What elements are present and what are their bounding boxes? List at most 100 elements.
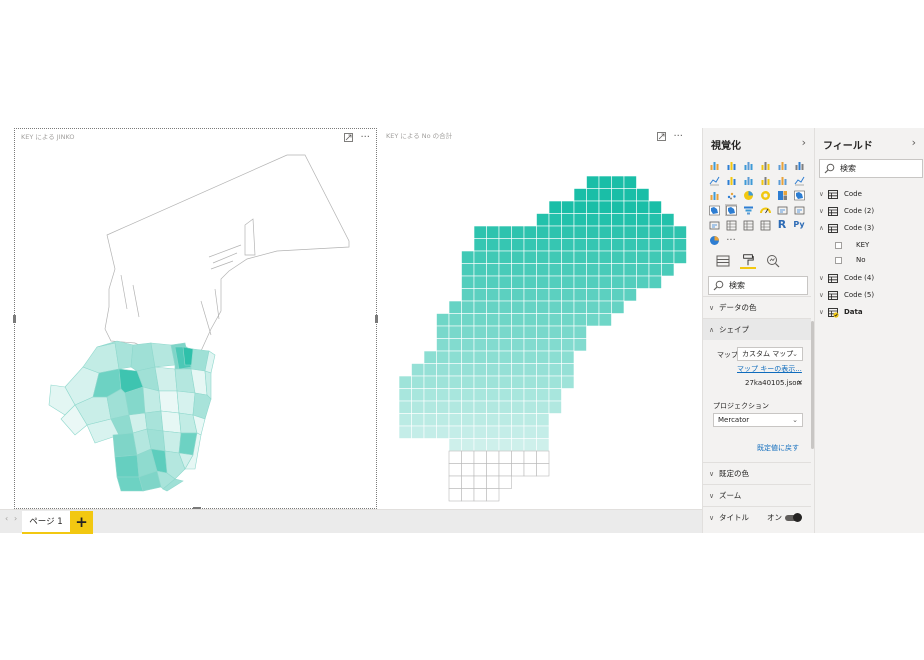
mesh-cell[interactable] bbox=[473, 313, 487, 327]
mesh-cell[interactable] bbox=[598, 263, 612, 277]
mesh-cell[interactable] bbox=[561, 375, 575, 389]
mesh-cell[interactable] bbox=[398, 413, 412, 427]
mesh-cell[interactable] bbox=[486, 275, 500, 289]
mesh-cell[interactable] bbox=[486, 450, 500, 464]
mesh-cell[interactable] bbox=[623, 213, 637, 227]
mesh-cell[interactable] bbox=[461, 463, 475, 477]
mesh-cell[interactable] bbox=[598, 200, 612, 214]
mesh-cell[interactable] bbox=[486, 425, 500, 439]
mesh-cell[interactable] bbox=[473, 425, 487, 439]
mesh-cell[interactable] bbox=[598, 213, 612, 227]
mesh-cell[interactable] bbox=[498, 363, 512, 377]
mesh-cell[interactable] bbox=[573, 238, 587, 252]
stacked-column-chart-icon[interactable] bbox=[725, 159, 737, 171]
mesh-cell[interactable] bbox=[611, 188, 625, 202]
field-table-code-2[interactable]: ∨ Code (2) bbox=[819, 204, 874, 218]
mesh-cell[interactable] bbox=[436, 313, 450, 327]
mesh-cell[interactable] bbox=[636, 250, 650, 264]
line-chart-icon[interactable] bbox=[708, 174, 720, 186]
mesh-cell[interactable] bbox=[623, 288, 637, 302]
mesh-cell[interactable] bbox=[461, 263, 475, 277]
mesh-grid-map[interactable] bbox=[380, 128, 689, 509]
mesh-cell[interactable] bbox=[586, 238, 600, 252]
mesh-cell[interactable] bbox=[511, 438, 525, 452]
mesh-cell[interactable] bbox=[398, 400, 412, 414]
mesh-cell[interactable] bbox=[648, 275, 662, 289]
mesh-cell[interactable] bbox=[498, 263, 512, 277]
mesh-cell[interactable] bbox=[461, 450, 475, 464]
mesh-cell[interactable] bbox=[573, 313, 587, 327]
mesh-cell[interactable] bbox=[648, 225, 662, 239]
page-tab-1[interactable]: ページ 1 bbox=[22, 511, 70, 534]
mesh-cell[interactable] bbox=[473, 225, 487, 239]
mesh-cell[interactable] bbox=[548, 238, 562, 252]
mesh-cell[interactable] bbox=[586, 263, 600, 277]
mesh-cell[interactable] bbox=[461, 275, 475, 289]
mesh-cell[interactable] bbox=[436, 338, 450, 352]
mesh-cell[interactable] bbox=[598, 275, 612, 289]
mesh-cell[interactable] bbox=[423, 375, 437, 389]
kpi-icon[interactable] bbox=[708, 219, 720, 231]
stacked-area-chart-icon[interactable] bbox=[742, 174, 754, 186]
mesh-cell[interactable] bbox=[461, 300, 475, 314]
mesh-cell[interactable] bbox=[511, 450, 525, 464]
mesh-cell[interactable] bbox=[486, 225, 500, 239]
mesh-cell[interactable] bbox=[623, 225, 637, 239]
mesh-cell[interactable] bbox=[461, 338, 475, 352]
mesh-cell[interactable] bbox=[573, 263, 587, 277]
mesh-cell[interactable] bbox=[573, 275, 587, 289]
mesh-cell[interactable] bbox=[511, 388, 525, 402]
mesh-cell[interactable] bbox=[636, 238, 650, 252]
mesh-cell[interactable] bbox=[498, 225, 512, 239]
mesh-cell[interactable] bbox=[548, 350, 562, 364]
mesh-cell[interactable] bbox=[411, 363, 425, 377]
slicer-icon[interactable] bbox=[725, 219, 737, 231]
mesh-cell[interactable] bbox=[561, 213, 575, 227]
mesh-cell[interactable] bbox=[548, 388, 562, 402]
mesh-cell[interactable] bbox=[486, 488, 500, 502]
mesh-cell[interactable] bbox=[461, 250, 475, 264]
mesh-cell[interactable] bbox=[561, 350, 575, 364]
mesh-cell[interactable] bbox=[461, 400, 475, 414]
mesh-cell[interactable] bbox=[448, 475, 462, 489]
mesh-cell[interactable] bbox=[436, 388, 450, 402]
mesh-cell[interactable] bbox=[536, 400, 550, 414]
mesh-cell[interactable] bbox=[523, 438, 537, 452]
field-table-code-4[interactable]: ∨ Code (4) bbox=[819, 271, 874, 285]
mesh-cell[interactable] bbox=[486, 325, 500, 339]
mesh-cell[interactable] bbox=[523, 225, 537, 239]
mesh-cell[interactable] bbox=[486, 250, 500, 264]
mesh-cell[interactable] bbox=[536, 363, 550, 377]
mesh-cell[interactable] bbox=[611, 175, 625, 189]
mesh-cell[interactable] bbox=[523, 313, 537, 327]
map-type-select[interactable]: カスタム マップ ⌄ bbox=[737, 347, 803, 361]
mesh-cell[interactable] bbox=[536, 275, 550, 289]
line-and-stacked-column-chart-icon[interactable] bbox=[776, 174, 788, 186]
mesh-cell[interactable] bbox=[636, 263, 650, 277]
mesh-cell[interactable] bbox=[536, 213, 550, 227]
mesh-cell[interactable] bbox=[511, 325, 525, 339]
mesh-cell[interactable] bbox=[561, 313, 575, 327]
mesh-cell[interactable] bbox=[573, 288, 587, 302]
mesh-cell[interactable] bbox=[461, 350, 475, 364]
mesh-cell[interactable] bbox=[523, 363, 537, 377]
mesh-cell[interactable] bbox=[448, 350, 462, 364]
mesh-cell[interactable] bbox=[511, 275, 525, 289]
mesh-cell[interactable] bbox=[536, 250, 550, 264]
mesh-cell[interactable] bbox=[461, 438, 475, 452]
mesh-cell[interactable] bbox=[498, 388, 512, 402]
mesh-cell[interactable] bbox=[661, 263, 675, 277]
mesh-cell[interactable] bbox=[548, 325, 562, 339]
mesh-cell[interactable] bbox=[461, 375, 475, 389]
field-checkbox[interactable] bbox=[835, 241, 842, 249]
mesh-cell[interactable] bbox=[498, 450, 512, 464]
mesh-cell[interactable] bbox=[473, 238, 487, 252]
mesh-cell[interactable] bbox=[548, 300, 562, 314]
mesh-cell[interactable] bbox=[573, 338, 587, 352]
mesh-cell[interactable] bbox=[523, 388, 537, 402]
mesh-cell[interactable] bbox=[648, 213, 662, 227]
mesh-cell[interactable] bbox=[436, 363, 450, 377]
mesh-cell[interactable] bbox=[511, 350, 525, 364]
mesh-cell[interactable] bbox=[498, 238, 512, 252]
mesh-cell[interactable] bbox=[498, 413, 512, 427]
